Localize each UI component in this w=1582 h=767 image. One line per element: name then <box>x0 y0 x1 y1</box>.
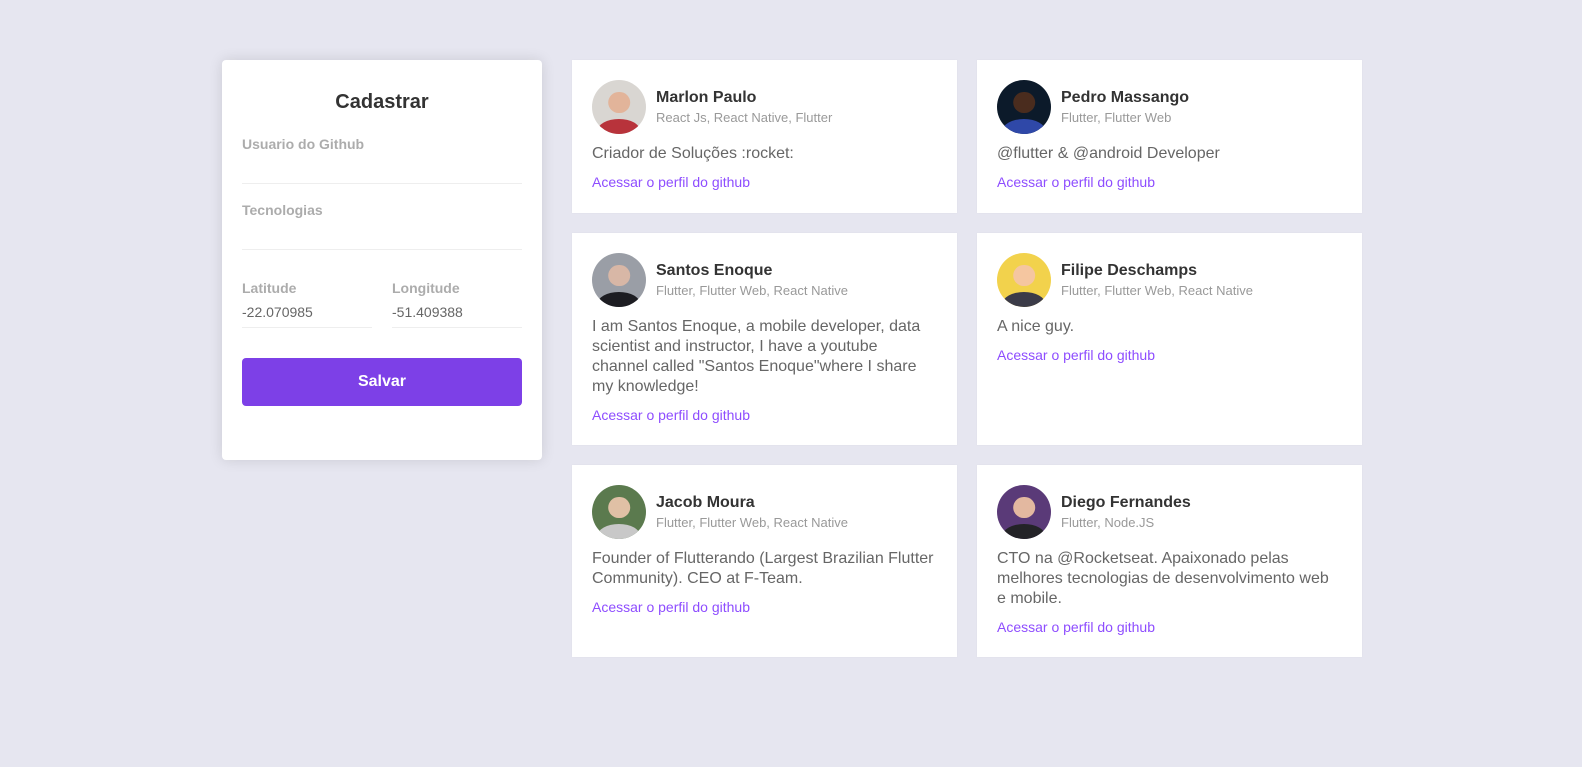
avatar-face <box>608 264 630 287</box>
avatar-face <box>608 91 630 114</box>
avatar <box>997 80 1051 134</box>
page: Cadastrar Usuario do Github Tecnologias … <box>0 0 1582 767</box>
dev-info: Pedro Massango Flutter, Flutter Web <box>1061 88 1189 126</box>
github-user-field: Usuario do Github <box>242 136 522 184</box>
dev-bio: Criador de Soluções :rocket: <box>592 145 794 162</box>
avatar-body <box>597 524 641 539</box>
dev-name: Pedro Massango <box>1061 89 1190 106</box>
dev-card: Marlon Paulo React Js, React Native, Flu… <box>572 60 957 213</box>
avatar-face <box>1013 264 1035 287</box>
avatar-body <box>1002 292 1046 307</box>
techs-label: Tecnologias <box>242 202 323 218</box>
dev-card: Diego Fernandes Flutter, Node.JS CTO na … <box>977 465 1362 657</box>
dev-info: Jacob Moura Flutter, Flutter Web, React … <box>656 493 848 531</box>
dev-techs: Flutter, Node.JS <box>1061 515 1155 530</box>
dev-header: Filipe Deschamps Flutter, Flutter Web, R… <box>997 253 1342 307</box>
register-card: Cadastrar Usuario do Github Tecnologias … <box>222 60 542 460</box>
github-profile-link[interactable]: Acessar o perfil do github <box>592 407 750 423</box>
dev-name: Diego Fernandes <box>1061 494 1191 511</box>
dev-info: Marlon Paulo React Js, React Native, Flu… <box>656 88 832 126</box>
dev-info: Filipe Deschamps Flutter, Flutter Web, R… <box>1061 261 1253 299</box>
dev-header: Santos Enoque Flutter, Flutter Web, Reac… <box>592 253 937 307</box>
dev-name: Marlon Paulo <box>656 89 757 106</box>
dev-card: Filipe Deschamps Flutter, Flutter Web, R… <box>977 233 1362 445</box>
github-profile-link[interactable]: Acessar o perfil do github <box>592 174 750 190</box>
dev-techs: Flutter, Flutter Web, React Native <box>656 515 848 530</box>
save-button[interactable]: Salvar <box>242 358 522 406</box>
coordinates-row: Latitude Longitude <box>242 280 522 328</box>
github-profile-link[interactable]: Acessar o perfil do github <box>997 619 1155 635</box>
form-title: Cadastrar <box>335 91 429 113</box>
dev-name: Santos Enoque <box>656 262 773 279</box>
dev-header: Diego Fernandes Flutter, Node.JS <box>997 485 1342 539</box>
avatar <box>997 485 1051 539</box>
avatar <box>592 80 646 134</box>
dev-techs: Flutter, Flutter Web <box>1061 110 1172 125</box>
dev-card: Pedro Massango Flutter, Flutter Web @flu… <box>977 60 1362 213</box>
avatar <box>997 253 1051 307</box>
dev-name: Jacob Moura <box>656 494 755 511</box>
dev-list: Marlon Paulo React Js, React Native, Flu… <box>572 60 1362 657</box>
dev-header: Marlon Paulo React Js, React Native, Flu… <box>592 80 937 134</box>
avatar <box>592 253 646 307</box>
latitude-input[interactable] <box>242 296 372 328</box>
longitude-field: Longitude <box>392 280 522 328</box>
github-user-label: Usuario do Github <box>242 136 365 152</box>
techs-field: Tecnologias <box>242 202 522 250</box>
dev-card: Jacob Moura Flutter, Flutter Web, React … <box>572 465 957 657</box>
dev-header: Pedro Massango Flutter, Flutter Web <box>997 80 1342 134</box>
dev-bio: I am Santos Enoque, a mobile developer, … <box>592 318 921 395</box>
dev-bio: @flutter & @android Developer <box>997 145 1220 162</box>
avatar-body <box>1002 524 1046 539</box>
github-profile-link[interactable]: Acessar o perfil do github <box>592 599 750 615</box>
dev-techs: React Js, React Native, Flutter <box>656 110 833 125</box>
techs-input[interactable] <box>242 218 522 250</box>
avatar-body <box>597 292 641 307</box>
avatar-face <box>1013 91 1035 114</box>
github-profile-link[interactable]: Acessar o perfil do github <box>997 347 1155 363</box>
dev-info: Santos Enoque Flutter, Flutter Web, Reac… <box>656 261 848 299</box>
longitude-input[interactable] <box>392 296 522 328</box>
avatar-face <box>1013 496 1035 519</box>
longitude-label: Longitude <box>392 280 460 296</box>
avatar-body <box>597 119 641 134</box>
avatar-face <box>608 496 630 519</box>
dev-info: Diego Fernandes Flutter, Node.JS <box>1061 493 1191 531</box>
dev-techs: Flutter, Flutter Web, React Native <box>656 283 848 298</box>
dev-bio: Founder of Flutterando (Largest Brazilia… <box>592 550 934 587</box>
latitude-label: Latitude <box>242 280 297 296</box>
avatar-body <box>1002 119 1046 134</box>
github-profile-link[interactable]: Acessar o perfil do github <box>997 174 1155 190</box>
latitude-field: Latitude <box>242 280 372 328</box>
dev-name: Filipe Deschamps <box>1061 262 1198 279</box>
dev-bio: A nice guy. <box>997 318 1075 335</box>
github-user-input[interactable] <box>242 152 522 184</box>
dev-card: Santos Enoque Flutter, Flutter Web, Reac… <box>572 233 957 445</box>
avatar <box>592 485 646 539</box>
dev-bio: CTO na @Rocketseat. Apaixonado pelas mel… <box>997 550 1329 607</box>
dev-techs: Flutter, Flutter Web, React Native <box>1061 283 1253 298</box>
dev-header: Jacob Moura Flutter, Flutter Web, React … <box>592 485 937 539</box>
